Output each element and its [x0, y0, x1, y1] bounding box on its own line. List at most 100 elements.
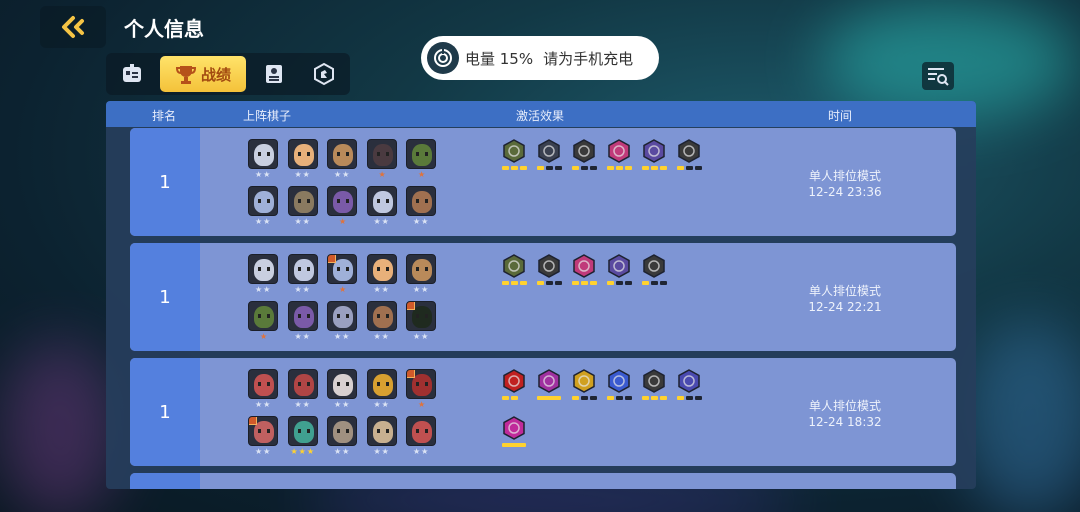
star-level: ★ [339, 285, 348, 294]
trait-tier-bar [642, 166, 667, 170]
tab-certificate[interactable] [252, 56, 296, 92]
champion-portrait[interactable] [406, 369, 436, 399]
star-level: ★★ [373, 217, 390, 226]
trait-icon[interactable] [677, 139, 701, 163]
trait-icon[interactable] [607, 139, 631, 163]
trait-icon[interactable] [677, 369, 701, 393]
rank-cell: 1 [130, 243, 200, 351]
trait-icon[interactable] [642, 254, 666, 278]
match-time: 12-24 23:36 [808, 185, 882, 199]
champion-portrait[interactable] [248, 369, 278, 399]
champion-portrait[interactable] [366, 186, 397, 216]
champion-portrait[interactable] [366, 416, 397, 446]
match-history-table: 排名 上阵棋子 激活效果 时间 1 ★★ ★★ ★★ ★ ★ ★★ ★★ ★ ★★ ★★ 单人排位模式… [106, 101, 976, 489]
star-level: ★ [418, 400, 427, 409]
champion-portrait[interactable] [406, 254, 436, 284]
champion-portrait[interactable] [287, 186, 318, 216]
trait-icon[interactable] [642, 139, 666, 163]
champion-portrait[interactable] [327, 139, 357, 169]
trait-icon[interactable] [502, 254, 526, 278]
champion-portrait[interactable] [366, 369, 397, 399]
back-button[interactable] [40, 6, 106, 48]
champion-portrait[interactable] [406, 139, 436, 169]
trait-icon[interactable] [537, 254, 561, 278]
trait-tier-bar [607, 396, 632, 400]
tab-records[interactable]: 战绩 [160, 56, 246, 92]
champion-portrait[interactable] [406, 301, 436, 331]
match-mode: 单人排位模式 [808, 284, 881, 298]
battery-icon [427, 42, 459, 74]
trait-icon[interactable] [502, 139, 526, 163]
champion-portrait[interactable] [327, 369, 357, 399]
trait-tier-bar [677, 396, 702, 400]
star-level: ★★ [373, 285, 390, 294]
champion-portrait[interactable] [287, 416, 318, 446]
star-level: ★★ [373, 332, 390, 341]
trait-tier-bar [537, 166, 562, 170]
trait-tier-bar [502, 166, 527, 170]
champion-portrait[interactable] [366, 301, 397, 331]
trait-icon[interactable] [537, 369, 561, 393]
champion-portrait[interactable] [366, 254, 397, 284]
champion-portrait[interactable] [327, 416, 357, 446]
trait-icon[interactable] [642, 369, 666, 393]
champion-portrait[interactable] [406, 186, 436, 216]
table-row[interactable]: 1 ★★ ★★ ★★ ★★ ★ ★★ ★★★ ★★ ★★ ★★ 单人排位模式 12-24 18:32 [130, 358, 956, 466]
star-level: ★★ [373, 447, 390, 456]
table-row[interactable]: 1 ★★ ★★ ★★ ★ ★ ★★ ★★ ★ ★★ ★★ 单人排位模式 12-24 23:36 [130, 128, 956, 236]
trait-icon[interactable] [502, 369, 526, 393]
champion-portrait[interactable] [248, 139, 278, 169]
table-row[interactable] [130, 473, 956, 489]
match-mode: 单人排位模式 [808, 169, 881, 183]
champion-portrait[interactable] [406, 416, 436, 446]
back-arrow-icon [62, 16, 84, 38]
list-search-icon [928, 68, 949, 86]
champion-portrait[interactable] [248, 301, 278, 331]
champion-portrait[interactable] [366, 139, 397, 169]
trait-icon[interactable] [502, 416, 526, 440]
trait-icon[interactable] [607, 369, 631, 393]
column-time: 时间 [828, 109, 853, 123]
star-level: ★★ [294, 400, 311, 409]
champion-portrait[interactable] [327, 301, 357, 331]
tab-profile[interactable] [110, 56, 154, 92]
star-level: ★★ [334, 400, 351, 409]
star-level: ★★ [413, 447, 430, 456]
trait-tier-bar [572, 166, 597, 170]
trait-icon[interactable] [607, 254, 631, 278]
champion-portrait[interactable] [287, 301, 318, 331]
trait-tier-bar [537, 396, 561, 400]
battery-level: 电量 15% [465, 49, 534, 68]
tab-emblem[interactable] [302, 56, 346, 92]
trait-icon[interactable] [572, 369, 596, 393]
star-level: ★★ [255, 285, 272, 294]
star-level: ★★ [255, 217, 272, 226]
star-level: ★ [339, 217, 348, 226]
battery-toast: 电量 15% 请为手机充电 [421, 36, 659, 80]
champion-portrait[interactable] [248, 186, 278, 216]
champion-portrait[interactable] [287, 139, 318, 169]
table-row[interactable]: 1 ★★ ★★ ★ ★★ ★★ ★ ★★ ★★ ★★ ★★ 单人排位模式 12-24 22:21 [130, 243, 956, 351]
robot-icon [123, 64, 141, 82]
star-level: ★★ [255, 447, 272, 456]
trait-tier-bar [502, 443, 526, 447]
certificate-icon [266, 65, 282, 83]
champion-portrait[interactable] [327, 254, 357, 284]
match-mode-time: 单人排位模式 12-24 18:32 [782, 398, 908, 430]
filter-button[interactable] [922, 62, 954, 90]
item-badge-icon [407, 302, 415, 310]
star-level: ★ [378, 170, 387, 179]
trait-icon[interactable] [537, 139, 561, 163]
trait-tier-bar [502, 281, 527, 285]
champion-portrait[interactable] [248, 254, 278, 284]
champion-portrait[interactable] [287, 254, 318, 284]
champion-portrait[interactable] [248, 416, 278, 446]
trait-icon[interactable] [572, 139, 596, 163]
rank-cell [130, 473, 200, 489]
champion-portrait[interactable] [287, 369, 318, 399]
trait-tier-bar [537, 281, 562, 285]
trait-icon[interactable] [572, 254, 596, 278]
champion-portrait[interactable] [327, 186, 357, 216]
rank-cell: 1 [130, 358, 200, 466]
star-level: ★★★ [290, 447, 316, 456]
